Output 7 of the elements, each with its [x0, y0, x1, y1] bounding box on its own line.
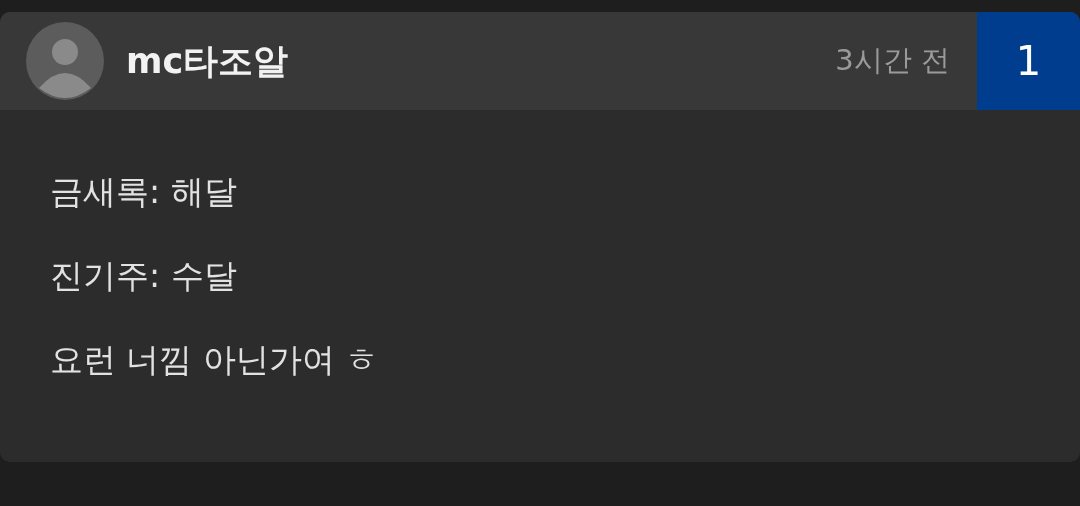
- avatar-icon: [26, 22, 104, 100]
- comment-text: 진기주: 수달: [50, 256, 238, 296]
- comment-number: 1: [977, 12, 1080, 110]
- author-name[interactable]: mc타조알: [126, 37, 289, 85]
- post-time: 3시간 전: [835, 42, 950, 79]
- comment-text: 금새록: 해달: [50, 172, 238, 212]
- comment-text: 요런 너낌 아닌가여 ㅎ: [50, 340, 380, 380]
